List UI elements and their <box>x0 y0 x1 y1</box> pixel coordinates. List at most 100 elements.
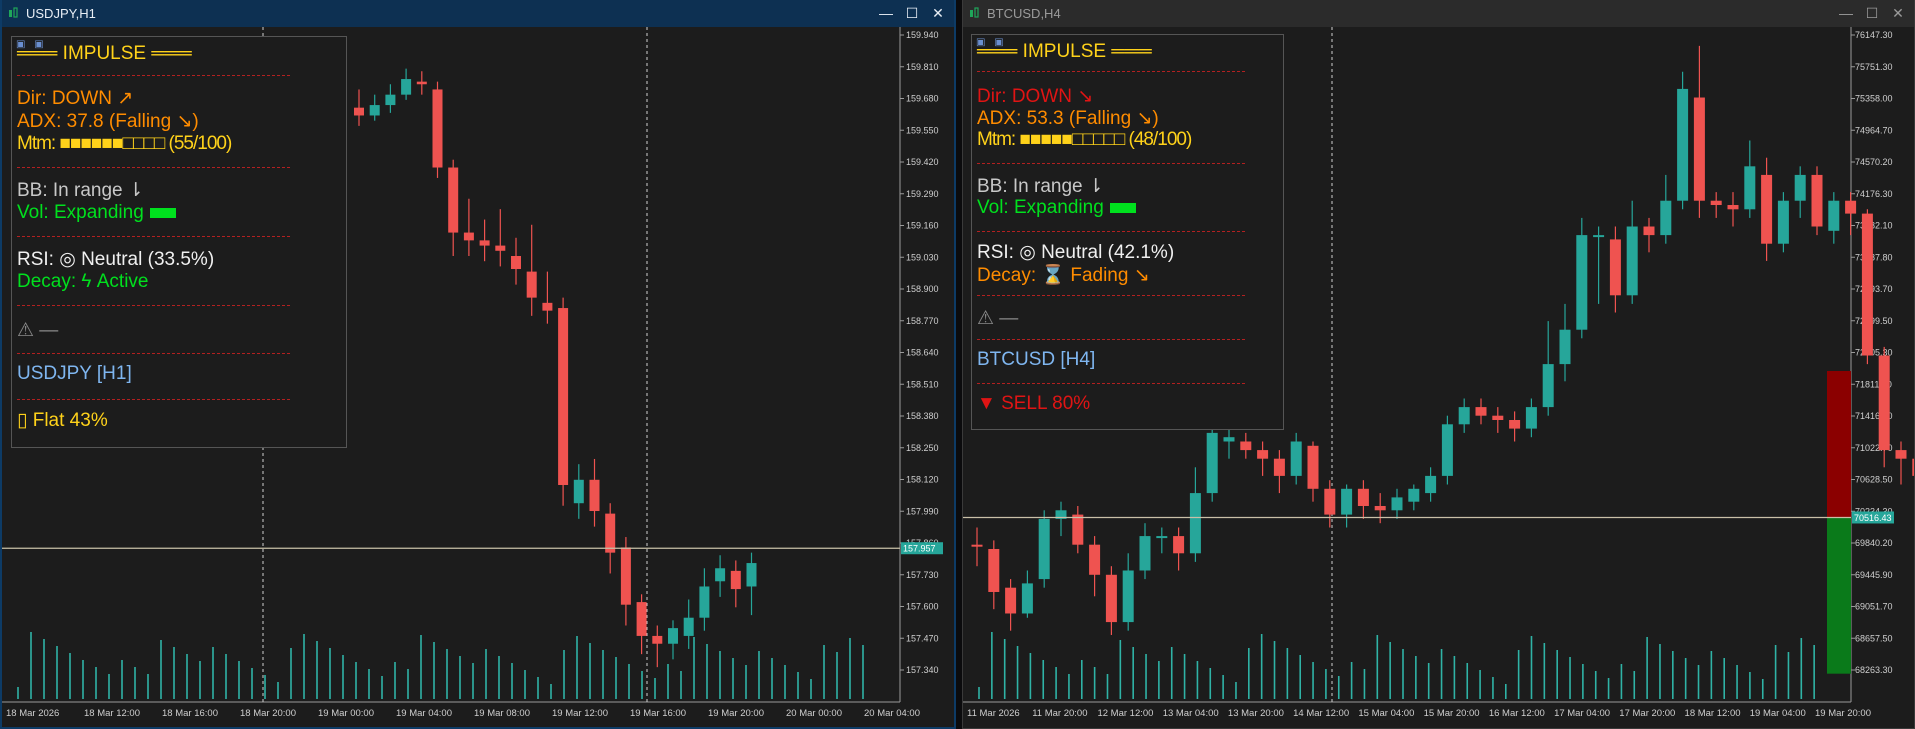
candle-body <box>463 232 474 241</box>
bid-price-label: 157.957 <box>903 544 936 554</box>
momentum-line: Mtm: ■■■■■□□□□□ (48/100) <box>977 129 1192 150</box>
candle-body <box>620 547 631 605</box>
minimize-button[interactable]: — <box>1836 4 1856 22</box>
chart-icon <box>8 7 21 23</box>
y-tick-label: 158.120 <box>906 475 939 485</box>
y-tick-label: 159.680 <box>906 94 939 104</box>
x-tick-label: 18 Mar 16:00 <box>162 708 218 719</box>
candle-body <box>354 107 364 116</box>
btcusd-chart-window[interactable]: BTCUSD,H4 — ☐ ✕ 76147.30 75751.30 75358.00… <box>962 0 1915 729</box>
panel-title: ═══ IMPULSE ═══ <box>977 41 1152 62</box>
bollinger-line: BB: In range ⇂ <box>977 176 1104 197</box>
candle-body <box>1727 205 1739 210</box>
window-title: BTCUSD,H4 <box>987 6 1061 21</box>
separator <box>977 339 1245 340</box>
candle-body <box>1089 544 1101 575</box>
candle-body <box>1223 437 1235 442</box>
y-tick-label: 158.250 <box>906 443 939 453</box>
y-tick-label: 159.420 <box>906 157 939 167</box>
candle-body <box>1861 213 1873 356</box>
x-tick-label: 19 Mar 20:00 <box>708 708 764 719</box>
x-tick-label: 11 Mar 2026 <box>967 708 1020 719</box>
x-tick-label: 16 Mar 12:00 <box>1489 708 1545 719</box>
x-tick-label: 19 Mar 04:00 <box>396 708 452 719</box>
candle-body <box>1189 493 1201 554</box>
y-tick-label: 157.730 <box>906 570 939 580</box>
volume-line: Vol: Expanding <box>17 202 176 224</box>
x-tick-label: 14 Mar 12:00 <box>1293 708 1349 719</box>
separator <box>17 75 290 76</box>
chart-icon <box>969 7 982 23</box>
candle-body <box>1811 174 1823 227</box>
candle-body <box>1576 235 1588 330</box>
candle-body <box>1357 488 1369 506</box>
candle-body <box>1290 441 1302 476</box>
candle-body <box>668 628 678 644</box>
y-tick-label: 76147.30 <box>1855 30 1893 40</box>
candle-body <box>1240 441 1252 451</box>
impulse-panel[interactable]: ▣ ▣ ═══ IMPULSE ═══ Dir: DOWN ↗ ADX: 37.… <box>11 36 347 448</box>
candle-body <box>1139 536 1151 571</box>
candle-body <box>1744 166 1756 210</box>
warning-line: ⚠ — <box>977 308 1019 329</box>
usdjpy-chart-window[interactable]: USDJPY,H1 — ☐ ✕ 159.940 159.810 159.680 159… <box>0 0 956 729</box>
candle-body <box>988 548 1000 592</box>
candle-body <box>416 81 427 85</box>
candle-body <box>1408 488 1420 502</box>
x-tick-label: 18 Mar 12:00 <box>84 708 140 719</box>
candle-body <box>652 635 663 644</box>
rsi-line: RSI: ◎ Neutral (33.5%) <box>17 249 215 270</box>
candle-body <box>1761 174 1773 244</box>
volume-bar-icon <box>1109 202 1136 213</box>
candle-body <box>1391 497 1403 511</box>
candle-body <box>1828 200 1840 231</box>
x-tick-label: 17 Mar 04:00 <box>1554 708 1610 719</box>
separator <box>17 236 290 237</box>
x-tick-label: 19 Mar 08:00 <box>474 708 530 719</box>
candle-body <box>1542 364 1554 408</box>
rsi-line: RSI: ◎ Neutral (42.1%) <box>977 242 1175 263</box>
candle-body <box>1307 445 1319 489</box>
candle-body <box>1257 450 1269 459</box>
candle-body <box>1441 424 1453 476</box>
y-tick-label: 69445.90 <box>1855 570 1893 580</box>
candle-body <box>1878 355 1890 451</box>
candle-body <box>1341 488 1353 515</box>
y-tick-label: 158.640 <box>906 348 939 358</box>
candle-body <box>1324 488 1336 515</box>
momentum-line: Mtm: ■■■■■■□□□□ (55/100) <box>17 133 232 154</box>
maximize-button[interactable]: ☐ <box>1862 4 1882 22</box>
candle-body <box>1643 226 1655 236</box>
candle-body <box>526 271 537 298</box>
x-tick-label: 13 Mar 04:00 <box>1163 708 1219 719</box>
bollinger-line: BB: In range ⇂ <box>17 180 144 201</box>
y-tick-label: 74570.20 <box>1855 157 1893 167</box>
impulse-panel[interactable]: ▣ ▣ ═══ IMPULSE ═══ Dir: DOWN ↘ ADX: 53.… <box>971 34 1284 430</box>
candle-body <box>1072 514 1084 545</box>
maximize-button[interactable]: ☐ <box>902 4 922 22</box>
signal-line: ▯ Flat 43% <box>17 410 108 431</box>
candle-body <box>715 568 726 582</box>
close-button[interactable]: ✕ <box>1888 4 1908 22</box>
separator <box>977 295 1245 296</box>
candle-body <box>1677 88 1689 201</box>
window-titlebar[interactable]: USDJPY,H1 — ☐ ✕ <box>2 0 954 27</box>
window-titlebar[interactable]: BTCUSD,H4 — ☐ ✕ <box>963 0 1914 27</box>
minimize-button[interactable]: — <box>876 4 896 22</box>
bid-price-label: 70516.43 <box>1854 513 1892 523</box>
y-tick-label: 159.940 <box>906 30 939 40</box>
x-tick-label: 19 Mar 20:00 <box>1815 708 1871 719</box>
x-tick-label: 19 Mar 04:00 <box>1750 708 1806 719</box>
close-button[interactable]: ✕ <box>928 4 948 22</box>
candle-body <box>746 563 757 587</box>
direction-line: Dir: DOWN ↗ <box>17 88 134 109</box>
warning-line: ⚠ — <box>17 320 59 341</box>
signal-line: ▼ SELL 80% <box>977 393 1091 414</box>
candle-body <box>1593 235 1605 238</box>
separator <box>977 231 1245 232</box>
x-tick-label: 17 Mar 20:00 <box>1619 708 1675 719</box>
y-tick-label: 73387.80 <box>1855 252 1893 262</box>
y-tick-label: 69840.20 <box>1855 538 1893 548</box>
y-tick-label: 158.900 <box>906 284 939 294</box>
candle-body <box>1273 458 1285 476</box>
